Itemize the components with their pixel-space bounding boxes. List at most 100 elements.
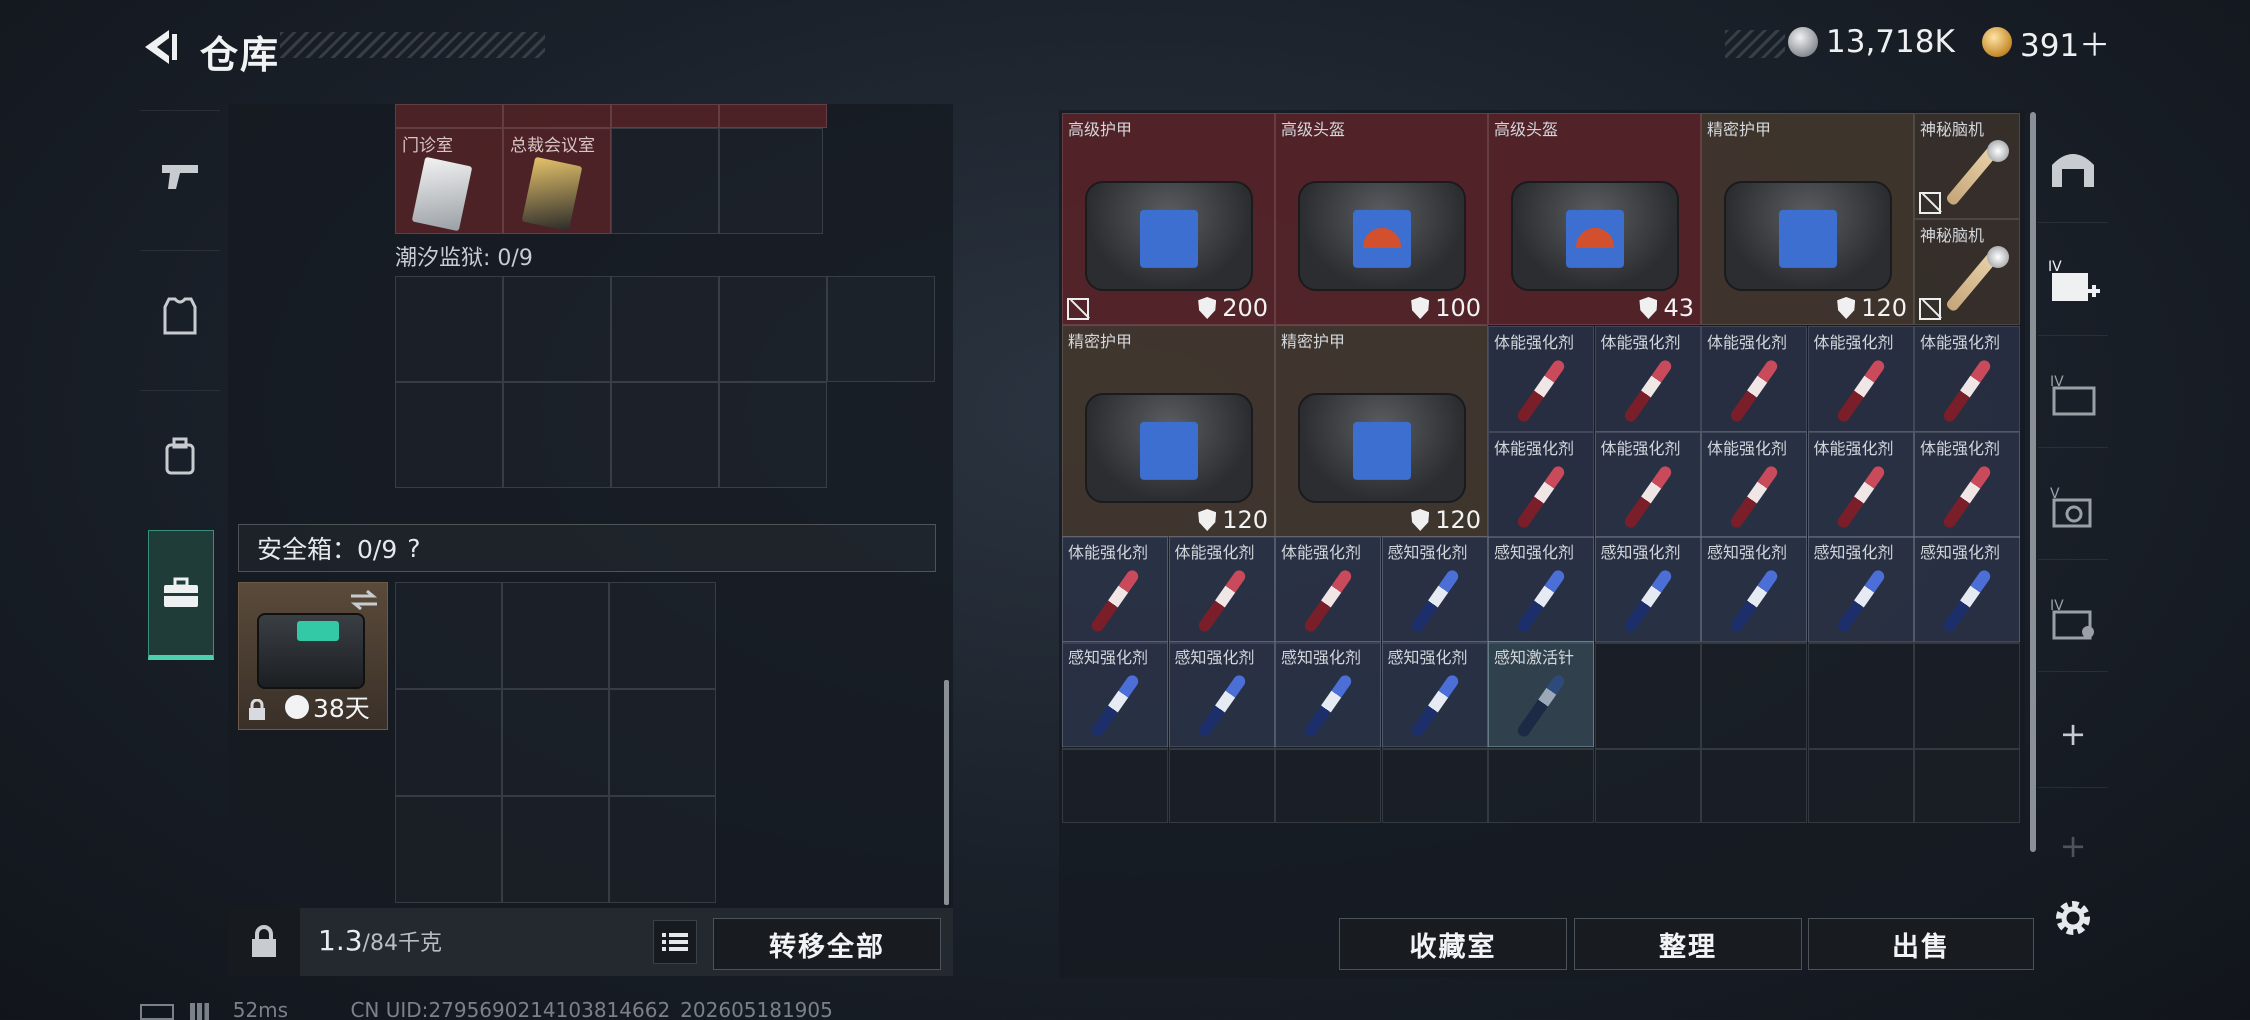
perception-enhancer-item[interactable]: 感知强化剂 (1594, 536, 1701, 642)
physical-enhancer-item[interactable]: 体能强化剂 (1062, 536, 1168, 642)
grid-cell[interactable] (502, 796, 609, 903)
helmet-item[interactable]: 高级头盔 100 (1275, 113, 1488, 325)
grid-cell[interactable] (395, 689, 502, 796)
grid-cell[interactable] (1701, 749, 1807, 823)
sort-button[interactable]: 整理 (1574, 918, 1802, 970)
physical-enhancer-item[interactable]: 体能强化剂 (1594, 326, 1701, 432)
grid-cell[interactable] (1914, 643, 2020, 749)
physical-enhancer-item[interactable]: 体能强化剂 (1914, 432, 2020, 538)
grid-cell[interactable] (719, 276, 827, 382)
bag-panel (1565, 209, 1624, 268)
armor-item[interactable]: 高级护甲 200 (1062, 113, 1275, 325)
helmet-item[interactable]: 高级头盔 43 (1488, 113, 1701, 325)
grid-cell[interactable] (1594, 749, 1701, 823)
syringe-image (1728, 568, 1780, 635)
left-scrollbar[interactable] (944, 680, 949, 905)
perception-enhancer-item[interactable]: 感知强化剂 (1381, 536, 1488, 642)
grid-cell[interactable] (611, 276, 719, 382)
rnav-expand-iv[interactable]: IV (2038, 228, 2108, 336)
perception-enhancer-item[interactable]: 感知强化剂 (1168, 641, 1275, 747)
nav-armor[interactable] (140, 250, 220, 380)
shield-icon (1198, 297, 1217, 319)
grid-cell[interactable] (395, 276, 503, 382)
grid-cell[interactable] (503, 276, 611, 382)
grid-cell[interactable] (1594, 643, 1701, 749)
weight-max: /84千克 (362, 931, 442, 956)
grid-cell[interactable] (395, 382, 503, 488)
right-scrollbar[interactable] (2030, 112, 2036, 852)
grid-cell[interactable] (1807, 749, 1914, 823)
collection-button[interactable]: 收藏室 (1339, 918, 1567, 970)
grid-cell[interactable] (1488, 749, 1594, 823)
perception-enhancer-item[interactable]: 感知强化剂 (1488, 536, 1594, 642)
swap-icon[interactable] (349, 589, 379, 611)
back-button[interactable] (135, 22, 185, 72)
syringe-image (1621, 358, 1674, 425)
grid-cell[interactable] (1914, 749, 2020, 823)
perception-enhancer-item[interactable]: 感知强化剂 (1381, 641, 1488, 747)
rnav-gear-iv[interactable]: IV (2038, 564, 2108, 672)
gold-currency[interactable]: 391＋ (1982, 22, 2110, 64)
syringe-image (1728, 464, 1780, 531)
grid-cell[interactable] (395, 796, 502, 903)
armor-item[interactable]: 精密护甲 120 (1062, 325, 1275, 537)
nav-backpack[interactable] (140, 390, 220, 520)
armor-item[interactable]: 精密护甲 120 (1275, 325, 1488, 537)
mystery-brain-item[interactable]: 神秘脑机 (1914, 219, 2020, 325)
physical-enhancer-item[interactable]: 体能强化剂 (1701, 326, 1807, 432)
armor-item[interactable]: 精密护甲 120 (1701, 113, 1914, 325)
grid-cell[interactable] (1062, 749, 1168, 823)
nav-weapons[interactable] (140, 110, 220, 240)
keycard-clinic[interactable]: 门诊室 (395, 128, 503, 234)
physical-enhancer-item[interactable]: 体能强化剂 (1594, 432, 1701, 538)
grid-cell[interactable] (502, 689, 609, 796)
grid-cell[interactable] (719, 128, 823, 234)
physical-enhancer-item[interactable]: 体能强化剂 (1807, 432, 1914, 538)
rnav-add[interactable]: + (2038, 680, 2108, 788)
grid-cell[interactable] (609, 796, 716, 903)
settings-button[interactable] (2050, 895, 2096, 941)
grid-cell[interactable] (1381, 749, 1488, 823)
rnav-warehouse[interactable] (2038, 115, 2108, 223)
physical-enhancer-item[interactable]: 体能强化剂 (1168, 536, 1275, 642)
physical-enhancer-item[interactable]: 体能强化剂 (1488, 326, 1594, 432)
grid-cell[interactable] (611, 382, 719, 488)
grid-cell[interactable] (609, 582, 716, 689)
physical-enhancer-item[interactable]: 体能强化剂 (1807, 326, 1914, 432)
perception-enhancer-item[interactable]: 感知强化剂 (1701, 536, 1807, 642)
perception-enhancer-item[interactable]: 感知强化剂 (1062, 641, 1168, 747)
safe-box-item[interactable]: 38天 (238, 582, 388, 730)
grid-cell[interactable] (1701, 643, 1807, 749)
rnav-search-v[interactable]: V (2038, 452, 2108, 560)
nav-safebox[interactable] (148, 530, 214, 660)
physical-enhancer-item[interactable]: 体能强化剂 (1914, 326, 2020, 432)
keycard-boardroom[interactable]: 总裁会议室 (503, 128, 611, 234)
grid-cell[interactable] (609, 689, 716, 796)
rnav-folder-iv[interactable]: IV (2038, 340, 2108, 448)
perception-enhancer-item[interactable]: 感知强化剂 (1914, 536, 2020, 642)
perception-enhancer-item[interactable]: 感知强化剂 (1275, 641, 1381, 747)
grid-cell[interactable] (1275, 749, 1381, 823)
help-icon[interactable]: ? (407, 534, 420, 563)
physical-enhancer-item[interactable]: 体能强化剂 (1275, 536, 1381, 642)
grid-cell[interactable] (395, 582, 502, 689)
clock-icon (285, 695, 309, 719)
grid-cell[interactable] (827, 276, 935, 382)
grid-cell[interactable] (1807, 643, 1914, 749)
grid-cell[interactable] (1168, 749, 1275, 823)
syringe-image (1089, 568, 1141, 635)
physical-enhancer-item[interactable]: 体能强化剂 (1701, 432, 1807, 538)
perception-activator-item[interactable]: 感知激活针 (1488, 641, 1594, 747)
grid-cell[interactable] (503, 382, 611, 488)
grid-cell[interactable] (502, 582, 609, 689)
mystery-brain-item[interactable]: 神秘脑机 (1914, 113, 2020, 219)
sell-button[interactable]: 出售 (1808, 918, 2034, 970)
physical-enhancer-item[interactable]: 体能强化剂 (1488, 432, 1594, 538)
silver-currency[interactable]: 13,718K (1788, 22, 1955, 62)
perception-enhancer-item[interactable]: 感知强化剂 (1807, 536, 1914, 642)
lock-button[interactable] (228, 908, 300, 976)
grid-cell[interactable] (719, 382, 827, 488)
list-view-button[interactable] (653, 920, 697, 964)
transfer-all-button[interactable]: 转移全部 (713, 918, 941, 970)
grid-cell[interactable] (611, 128, 719, 234)
